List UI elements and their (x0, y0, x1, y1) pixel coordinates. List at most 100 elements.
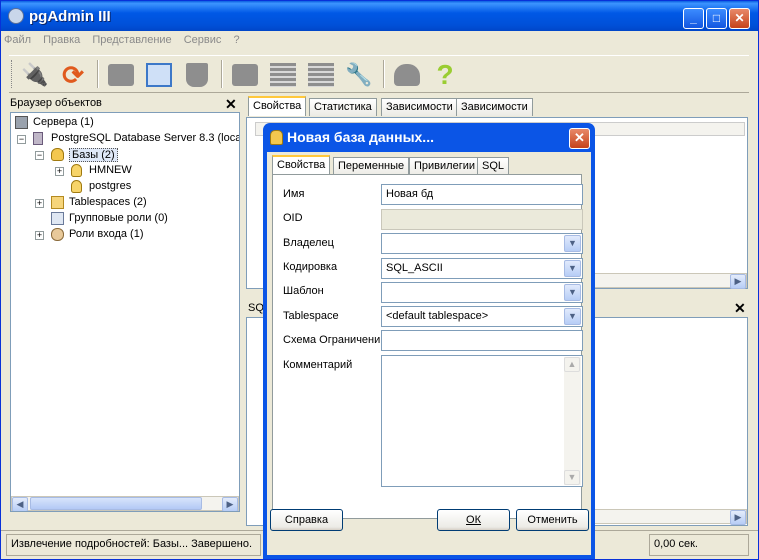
comment-field[interactable]: ▲ ▼ (381, 355, 583, 487)
tablespace-select[interactable]: <default tablespace> ▼ (381, 306, 583, 327)
menu-tools[interactable]: Сервис (184, 34, 222, 46)
refresh-icon[interactable]: ⟳ (57, 60, 89, 90)
scroll-down-icon[interactable]: ▼ (564, 470, 580, 485)
database-icon (71, 180, 82, 193)
help-button[interactable]: Справка (270, 509, 343, 531)
expand-icon[interactable]: + (35, 231, 44, 240)
pgadmin-logo-icon (8, 8, 24, 24)
toolbar-separator (97, 60, 99, 88)
title-bar: pgAdmin III _ □ ✕ (1, 1, 758, 31)
status-time: 0,00 сек. (649, 534, 749, 556)
comment-scrollbar[interactable]: ▲ ▼ (564, 357, 581, 485)
toolbar-separator (221, 60, 223, 88)
owner-label: Владелец (283, 237, 334, 249)
name-label: Имя (283, 188, 305, 200)
scroll-thumb[interactable] (30, 497, 202, 510)
encoding-label: Кодировка (283, 261, 338, 273)
cancel-button[interactable]: Отменить (516, 509, 589, 531)
comment-label: Комментарий (283, 359, 353, 371)
scroll-up-icon[interactable]: ▲ (564, 357, 580, 372)
status-message: Извлечение подробностей: Базы... Заверше… (6, 534, 261, 556)
menu-file[interactable]: Файл (4, 34, 31, 46)
chevron-down-icon[interactable]: ▼ (564, 235, 581, 252)
tree-item-group-roles[interactable]: Групповые роли (0) (69, 212, 168, 224)
tab-statistics[interactable]: Статистика (309, 98, 377, 116)
toolbar-separator (383, 60, 385, 88)
collapse-icon[interactable]: − (35, 151, 44, 160)
encoding-select[interactable]: SQL_ASCII ▼ (381, 258, 583, 279)
menu-help[interactable]: ? (233, 34, 239, 46)
scroll-right-icon[interactable]: ▶ (730, 510, 746, 525)
login-roles-icon (51, 228, 64, 241)
tablespace-value: <default tablespace> (386, 310, 489, 322)
drop-object-icon[interactable] (181, 60, 213, 90)
tab-dependents[interactable]: Зависимости (456, 98, 533, 116)
expand-icon[interactable]: + (55, 167, 64, 176)
group-roles-icon (51, 212, 64, 225)
encoding-value: SQL_ASCII (386, 262, 443, 274)
tree-item-hmnew[interactable]: HMNEW (89, 164, 132, 176)
scroll-right-icon[interactable]: ▶ (730, 274, 746, 289)
tab-properties[interactable]: Свойства (248, 96, 307, 116)
dialog-close-button[interactable]: ✕ (569, 128, 590, 149)
tree-item-tablespaces[interactable]: Tablespaces (2) (69, 196, 147, 208)
template-select[interactable]: ▼ (381, 282, 583, 303)
tablespace-label: Tablespace (283, 310, 339, 322)
chevron-down-icon[interactable]: ▼ (564, 260, 581, 277)
tree-item-server[interactable]: PostgreSQL Database Server 8.3 (local (51, 132, 239, 144)
template-label: Шаблон (283, 285, 324, 297)
connect-plug-icon[interactable]: 🔌 (19, 60, 51, 90)
tree-item-databases[interactable]: Базы (2) (69, 148, 118, 162)
tablespaces-icon (51, 196, 64, 209)
chevron-down-icon[interactable]: ▼ (564, 308, 581, 325)
object-browser-tree: Сервера (1) − PostgreSQL Database Server… (10, 112, 240, 512)
tab-dependencies[interactable]: Зависимости (381, 98, 458, 116)
maximize-button[interactable]: □ (706, 8, 727, 29)
maintenance-wrench-icon[interactable]: 🔧 (343, 60, 375, 90)
properties-icon[interactable] (105, 60, 137, 90)
dialog-tab-properties[interactable]: Свойства (272, 155, 331, 175)
hint-icon[interactable] (391, 60, 423, 90)
databases-icon (51, 148, 64, 161)
tree-item-postgres[interactable]: postgres (89, 180, 131, 192)
menu-view[interactable]: Представление (92, 34, 171, 46)
servers-icon (15, 116, 28, 129)
collapse-icon[interactable]: − (17, 135, 26, 144)
oid-field (381, 209, 583, 230)
sql-horizontal-scrollbar[interactable]: ▶ (577, 509, 747, 525)
browser-close-icon[interactable]: ✕ (225, 97, 237, 111)
database-icon (71, 164, 82, 177)
server-icon (33, 132, 43, 145)
minimize-button[interactable]: _ (683, 8, 704, 29)
dialog-tab-variables[interactable]: Переменные (333, 157, 410, 175)
help-question-icon[interactable]: ? (429, 59, 461, 90)
toolbar-grip (11, 60, 14, 88)
close-button[interactable]: ✕ (729, 8, 750, 29)
dialog-tab-sql[interactable]: SQL (477, 157, 510, 175)
filtered-data-icon[interactable] (305, 60, 337, 90)
sql-editor-icon[interactable] (229, 60, 261, 90)
view-data-icon[interactable] (267, 60, 299, 90)
dialog-tab-privileges[interactable]: Привилегии (409, 157, 480, 175)
create-object-icon[interactable] (143, 60, 175, 90)
schema-restriction-label: Схема Ограничений (283, 334, 381, 346)
owner-select[interactable]: ▼ (381, 233, 583, 254)
tree-item-login-roles[interactable]: Роли входа (1) (69, 228, 143, 240)
scroll-right-icon[interactable]: ▶ (222, 497, 238, 511)
menu-edit[interactable]: Правка (43, 34, 80, 46)
new-database-dialog: Новая база данных... ✕ Свойства Переменн… (263, 123, 595, 559)
ok-button[interactable]: ОК (437, 509, 510, 531)
name-field[interactable]: Новая бд (381, 184, 583, 205)
chevron-down-icon[interactable]: ▼ (564, 284, 581, 301)
expand-icon[interactable]: + (35, 199, 44, 208)
dialog-title: Новая база данных... (287, 129, 434, 145)
dialog-body: Свойства Переменные Привилегии SQL Имя Н… (267, 152, 591, 555)
oid-label: OID (283, 212, 303, 224)
sql-pane-close-icon[interactable]: ✕ (734, 301, 746, 315)
app-title: pgAdmin III (29, 8, 111, 25)
schema-restriction-field[interactable] (381, 330, 583, 351)
object-browser-title: Браузер объектов (10, 97, 102, 109)
scroll-left-icon[interactable]: ◀ (12, 497, 28, 511)
tree-horizontal-scrollbar[interactable]: ◀ ▶ (11, 496, 239, 511)
tree-item-servers[interactable]: Сервера (1) (33, 116, 94, 128)
